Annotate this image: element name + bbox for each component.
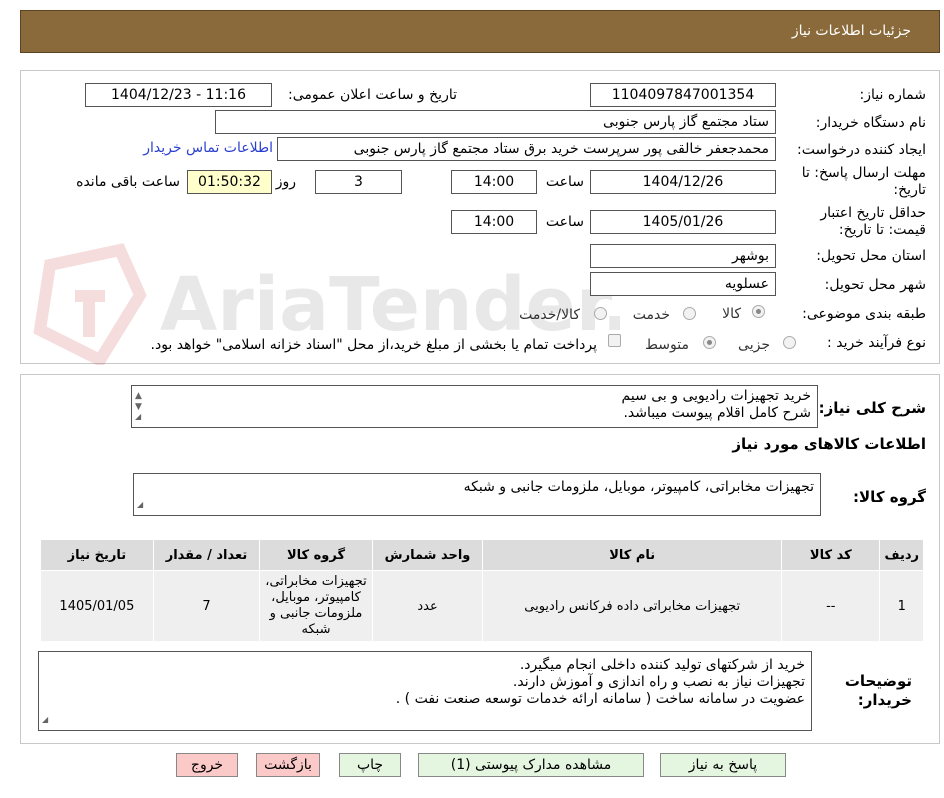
deadline-time-label: ساعت — [545, 174, 584, 190]
category-label: طبقه بندی موضوعی: — [802, 306, 926, 322]
notes-line-3: عضویت در سامانه ساخت ( سامانه ارائه خدما… — [395, 691, 805, 707]
col-header-code: کد کالا — [781, 539, 881, 571]
goods-group-textarea: تجهیزات مخابراتی، کامپیوتر، موبایل، ملزو… — [133, 473, 821, 516]
days-remaining-field: 3 — [315, 170, 402, 194]
province-field: بوشهر — [590, 244, 776, 268]
treasury-payment-checkbox[interactable] — [608, 334, 621, 347]
cell-qty: 7 — [152, 570, 261, 642]
cell-row: 1 — [879, 570, 924, 642]
col-header-group: گروه کالا — [259, 539, 373, 571]
summary-textarea: خرید تجهیزات رادیویی و بی سیم شرح کامل ا… — [131, 385, 818, 428]
resize-handle-icon[interactable]: ◢ — [135, 408, 141, 425]
deadline-date-field: 1404/12/26 — [590, 170, 776, 194]
buyer-contact-link[interactable]: اطلاعات تماس خریدار — [143, 140, 273, 156]
validity-date-field: 1405/01/26 — [590, 210, 776, 234]
category-radio-service[interactable] — [683, 307, 696, 320]
goods-table: ردیف کد کالا نام کالا واحد شمارش گروه کا… — [40, 539, 924, 642]
province-label: استان محل تحویل: — [816, 248, 926, 264]
category-option-goods-service: کالا/خدمت — [519, 307, 580, 323]
page-header: جزئیات اطلاعات نیاز — [20, 10, 940, 53]
buyer-notes-label: توضیحات خریدار: — [844, 672, 912, 709]
process-radio-minor[interactable] — [783, 336, 796, 349]
col-header-date: تاریخ نیاز — [40, 539, 154, 571]
remaining-time-label: ساعت باقی مانده — [76, 174, 180, 190]
remaining-time-field: 01:50:32 — [187, 170, 272, 194]
notes-line-1: خرید از شرکتهای تولید کننده داخلی انجام … — [519, 657, 805, 673]
table-row: 1 -- تجهیزات مخابراتی داده فرکانس رادیوی… — [40, 570, 924, 642]
back-button[interactable]: بازگشت — [256, 753, 320, 777]
validity-label: حداقل تاریخ اعتبار قیمت: تا تاریخ: — [820, 205, 926, 238]
announce-label: تاریخ و ساعت اعلان عمومی: — [288, 87, 457, 103]
validity-time-label: ساعت — [545, 214, 584, 230]
summary-label: شرح کلی نیاز: — [818, 399, 926, 417]
col-header-row: ردیف — [879, 539, 924, 571]
exit-button[interactable]: خروج — [176, 753, 238, 777]
category-option-goods: کالا — [722, 306, 741, 322]
summary-line-1: خرید تجهیزات رادیویی و بی سیم — [621, 388, 811, 404]
process-option-medium: متوسط — [645, 337, 689, 353]
cell-unit: عدد — [371, 570, 484, 642]
requester-label: ایجاد کننده درخواست: — [797, 142, 926, 158]
resize-handle-icon[interactable]: ◢ — [42, 711, 48, 728]
view-attachments-button[interactable]: مشاهده مدارک پیوستی (1) — [418, 753, 644, 777]
buyer-org-field: ستاد مجتمع گاز پارس جنوبی — [215, 110, 776, 134]
category-radio-goods[interactable] — [752, 305, 765, 318]
buyer-notes-textarea: خرید از شرکتهای تولید کننده داخلی انجام … — [38, 651, 812, 731]
cell-group: تجهیزات مخابراتی، کامپیوتر، موبایل، ملزو… — [259, 570, 373, 642]
need-number-field: 1104097847001354 — [590, 83, 776, 107]
page-title: جزئیات اطلاعات نیاز — [791, 23, 911, 39]
col-header-name: نام کالا — [482, 539, 783, 571]
category-option-service: خدمت — [632, 307, 670, 323]
reply-button[interactable]: پاسخ به نیاز — [660, 753, 786, 777]
cell-code: -- — [781, 570, 881, 642]
need-number-label: شماره نیاز: — [859, 87, 927, 103]
requester-field: محمدجعفر خالقی پور سرپرست خرید برق ستاد … — [277, 137, 776, 161]
deadline-time-field: 14:00 — [451, 170, 537, 194]
deadline-label: مهلت ارسال پاسخ: تا تاریخ: — [801, 165, 926, 198]
watermark-text: AriaTender.neT — [160, 262, 620, 348]
announce-field: 1404/12/23 - 11:16 — [85, 83, 272, 107]
notes-line-2: تجهیزات نیاز به نصب و راه اندازی و آموزش… — [512, 674, 805, 690]
col-header-qty: تعداد / مقدار — [152, 539, 261, 571]
city-label: شهر محل تحویل: — [824, 277, 926, 293]
summary-line-2: شرح کامل اقلام پیوست میباشد. — [623, 405, 811, 421]
cell-date: 1405/01/05 — [40, 570, 154, 642]
cell-name: تجهیزات مخابراتی داده فرکانس رادیویی — [482, 570, 783, 642]
goods-section-title: اطلاعات کالاهای مورد نیاز — [732, 435, 926, 453]
category-radio-goods-service[interactable] — [594, 307, 607, 320]
goods-group-label: گروه کالا: — [853, 488, 926, 506]
process-label: نوع فرآیند خرید : — [827, 335, 926, 351]
process-option-minor: جزیی — [738, 337, 770, 353]
buyer-org-label: نام دستگاه خریدار: — [815, 115, 926, 131]
col-header-unit: واحد شمارش — [371, 539, 484, 571]
treasury-payment-note: پرداخت تمام یا بخشی از مبلغ خرید،از محل … — [150, 337, 597, 353]
city-field: عسلویه — [590, 272, 776, 296]
print-button[interactable]: چاپ — [339, 753, 401, 777]
goods-group-value: تجهیزات مخابراتی، کامپیوتر، موبایل، ملزو… — [463, 479, 814, 495]
validity-time-field: 14:00 — [451, 210, 537, 234]
process-radio-medium[interactable] — [703, 336, 716, 349]
resize-handle-icon[interactable]: ◢ — [137, 496, 143, 513]
